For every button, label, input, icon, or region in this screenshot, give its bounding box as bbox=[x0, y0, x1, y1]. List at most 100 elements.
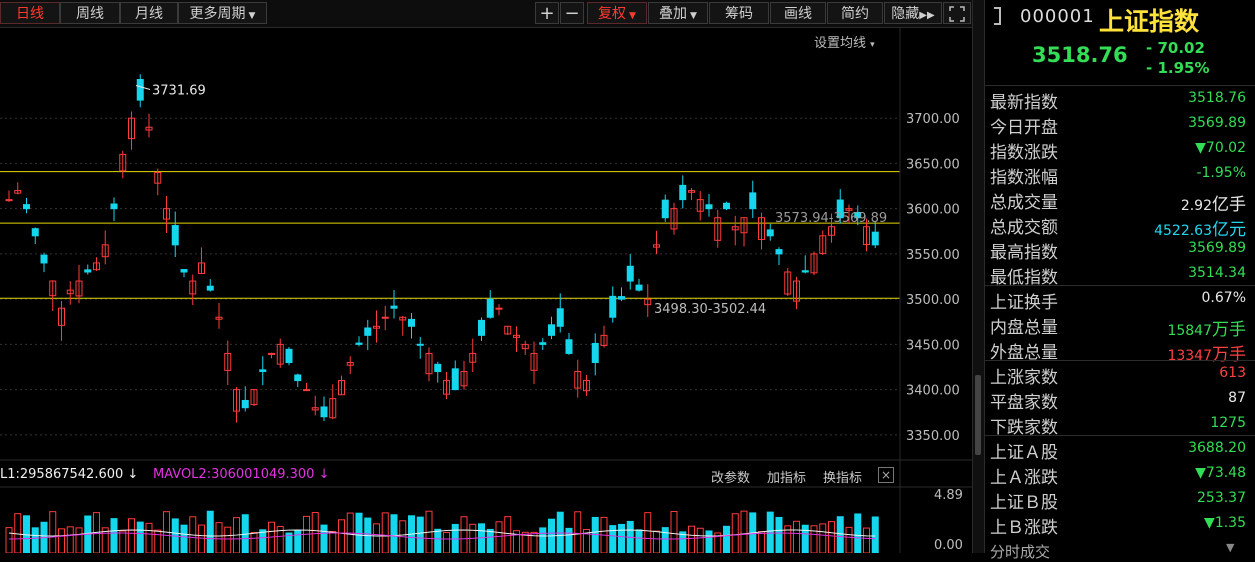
volume-bar bbox=[250, 532, 258, 553]
tab-daily[interactable]: 日线 bbox=[0, 2, 60, 24]
volume-bar bbox=[766, 511, 774, 553]
volume-bar bbox=[495, 521, 503, 553]
candle-body bbox=[565, 339, 573, 354]
quote-label: 最高指数 bbox=[990, 243, 1058, 263]
volume-bar bbox=[696, 527, 704, 553]
add-indicator-link[interactable]: 加指标 bbox=[767, 467, 806, 486]
price-axis-label: 3400.00 bbox=[906, 384, 960, 399]
quote-row: 内盘总量 15847万手 bbox=[990, 312, 1246, 340]
quote-label: 上证换手 bbox=[990, 293, 1058, 313]
tab-more-periods[interactable]: 更多周期 ▼ bbox=[178, 2, 267, 24]
quote-value-number: ▼73.48 bbox=[1195, 465, 1246, 481]
section-divider bbox=[985, 360, 1255, 361]
quote-value: 3569.89 bbox=[1188, 115, 1246, 131]
price-axis-label: 3600.00 bbox=[906, 203, 960, 218]
volume-bar bbox=[504, 516, 512, 553]
quote-row: 下跌家数 1275 bbox=[990, 412, 1246, 438]
volume-bar bbox=[381, 512, 389, 553]
section-divider bbox=[985, 285, 1255, 286]
tab-monthly[interactable]: 月线 bbox=[120, 2, 178, 24]
splitter-handle[interactable] bbox=[975, 375, 981, 455]
volume-bar bbox=[154, 529, 162, 553]
candle-body bbox=[749, 192, 757, 210]
restore-rights-button[interactable]: 复权 ▼ bbox=[587, 2, 647, 24]
price-change-percent: - 1.95% bbox=[1146, 59, 1210, 77]
volume-bar bbox=[119, 530, 127, 553]
overlay-button[interactable]: 叠加 ▼ bbox=[648, 2, 708, 24]
price-axis-label: 3450.00 bbox=[906, 338, 960, 353]
quote-label: 平盘家数 bbox=[990, 393, 1058, 413]
candle-body bbox=[705, 204, 713, 210]
candle-body bbox=[31, 228, 39, 237]
volume-bar bbox=[49, 511, 57, 553]
double-arrow-right-icon: ▶▶ bbox=[919, 10, 935, 21]
quote-row: 指数涨跌 ▼70.02 bbox=[990, 137, 1246, 163]
volume-bar bbox=[565, 527, 573, 553]
quote-value-number: 3569.89 bbox=[1188, 115, 1246, 131]
volume-bar bbox=[66, 526, 74, 553]
volume-bar bbox=[810, 525, 818, 553]
volume-bar bbox=[31, 527, 39, 553]
quote-value: 253.37 bbox=[1197, 490, 1246, 506]
edit-params-link[interactable]: 改参数 bbox=[711, 467, 750, 486]
quote-value-number: 253.37 bbox=[1197, 490, 1246, 506]
volume-bar bbox=[443, 532, 450, 553]
quote-row: 指数涨幅 -1.95% bbox=[990, 162, 1246, 188]
tick-trades-label[interactable]: 分时成交 bbox=[990, 541, 1050, 562]
hide-button[interactable]: 隐藏▶▶ bbox=[884, 2, 942, 24]
quote-row: 总成交额 4522.63亿元 bbox=[990, 212, 1246, 240]
quote-row: 最新指数 3518.76 bbox=[990, 87, 1246, 113]
volume-bar bbox=[338, 519, 345, 553]
quote-label: 上Ａ涨跌 bbox=[990, 468, 1058, 488]
section-divider bbox=[985, 435, 1255, 436]
volume-bar bbox=[845, 526, 853, 553]
quote-label: 上涨家数 bbox=[990, 368, 1058, 388]
volume-bar bbox=[75, 527, 83, 553]
quote-row: 总成交量 2.92亿手 bbox=[990, 187, 1246, 215]
chevron-down-icon[interactable]: ▼ bbox=[1226, 541, 1234, 554]
draw-line-button[interactable]: 画线 bbox=[770, 2, 826, 24]
quote-row: 平盘家数 87 bbox=[990, 387, 1246, 413]
settings-icon[interactable] bbox=[988, 6, 1006, 26]
kline-chart[interactable]: 3700.00 3650.00 3600.00 3550.00 3500.00 3450.… bbox=[0, 27, 972, 553]
volume-toolbar: L1:295867542.600 ↓ MAVOL2:306001049.300 … bbox=[0, 464, 900, 486]
volume-bar bbox=[854, 513, 862, 553]
chevron-down-icon: ▼ bbox=[629, 11, 636, 21]
volume-bar bbox=[329, 530, 337, 553]
volume-bar bbox=[390, 514, 398, 553]
quote-value-number: ▼70.02 bbox=[1195, 140, 1246, 156]
zoom-out-button[interactable]: − bbox=[560, 2, 584, 24]
volume-bar bbox=[740, 510, 748, 553]
candle-body bbox=[390, 305, 398, 309]
volume-bar bbox=[635, 529, 643, 553]
volume-bar bbox=[775, 516, 783, 553]
candle-body bbox=[661, 199, 669, 219]
tab-weekly[interactable]: 周线 bbox=[60, 2, 120, 24]
candle-body bbox=[408, 318, 415, 327]
simple-button[interactable]: 简约 bbox=[827, 2, 883, 24]
quote-value-number: -1.95% bbox=[1196, 165, 1246, 181]
set-moving-average-button[interactable]: 设置均线 ▾ bbox=[814, 32, 875, 51]
price-axis-label: 3700.00 bbox=[906, 112, 960, 127]
volume-ma1-label: L1:295867542.600 ↓ bbox=[0, 467, 139, 482]
quote-value-number: ▼1.35 bbox=[1204, 515, 1246, 531]
volume-bar bbox=[58, 528, 65, 553]
volume-bar bbox=[670, 510, 678, 553]
volume-bar bbox=[5, 527, 13, 553]
quote-value: 3569.89 bbox=[1188, 240, 1246, 256]
quote-value-number: 3514.34 bbox=[1188, 265, 1246, 281]
quote-value: ▼73.48 bbox=[1195, 465, 1246, 481]
chips-button[interactable]: 筹码 bbox=[709, 2, 769, 24]
candle-body bbox=[84, 269, 92, 273]
volume-bar bbox=[198, 524, 205, 553]
zoom-in-button[interactable]: + bbox=[535, 2, 559, 24]
volume-bar bbox=[460, 516, 468, 553]
switch-indicator-link[interactable]: 换指标 bbox=[823, 467, 862, 486]
stock-name: 上证指数 bbox=[1099, 7, 1200, 36]
quote-row: 上证Ｂ股 253.37 bbox=[990, 487, 1246, 513]
candle-body bbox=[556, 308, 564, 327]
candle-body bbox=[355, 342, 363, 345]
close-icon[interactable]: × bbox=[878, 467, 894, 483]
volume-bar bbox=[373, 523, 380, 553]
fullscreen-icon[interactable] bbox=[943, 2, 971, 24]
